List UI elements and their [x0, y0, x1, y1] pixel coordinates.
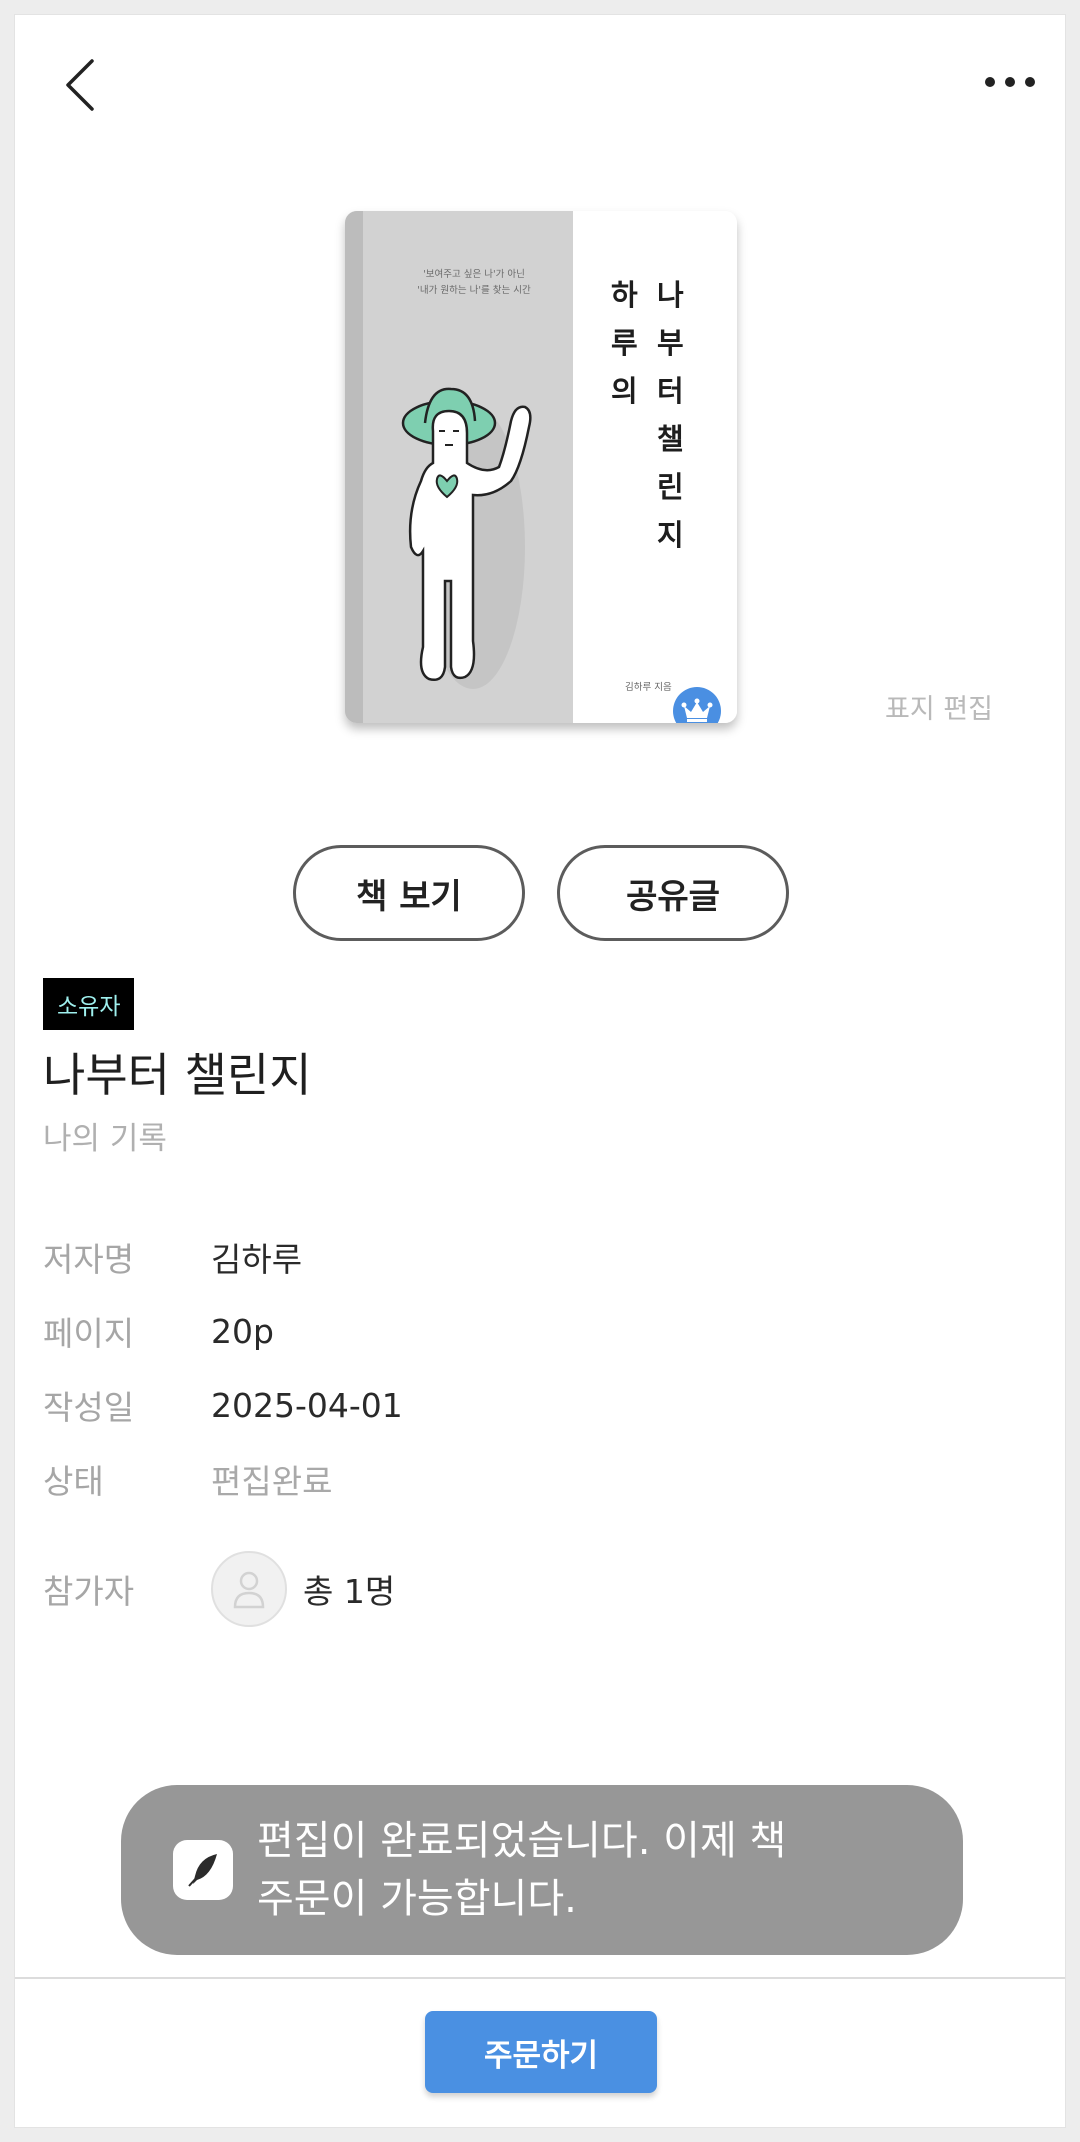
book-title: 나부터 챌린지	[43, 1048, 312, 1102]
date-label: 작성일	[43, 1388, 135, 1427]
cover-title-char: 하	[611, 278, 638, 312]
info-row-status: 상태 편집완료	[43, 1449, 943, 1509]
cover-title-column-right: 하 루 의	[611, 271, 638, 415]
crown-icon	[681, 698, 713, 722]
cover-title-column-left: 나 부 터 챌 린 지	[657, 271, 684, 559]
cover-title-char: 부	[657, 326, 684, 360]
participants-label: 참가자	[43, 1572, 135, 1611]
cover-title-char: 지	[657, 518, 684, 552]
cover-title-char: 루	[611, 326, 638, 360]
share-post-button[interactable]: 공유글	[557, 845, 789, 941]
author-value: 김하루	[211, 1240, 303, 1279]
info-row-participants: 참가자 총 1명	[43, 1549, 943, 1629]
cover-illustration-panel: '보여주고 싶은 나'가 아닌 '내가 원하는 나'를 찾는 시간	[345, 211, 573, 723]
cover-author: 김하루 지음	[625, 682, 672, 693]
date-value: 2025-04-01	[211, 1385, 403, 1425]
author-label: 저자명	[43, 1240, 135, 1279]
waving-character-illustration	[401, 387, 532, 689]
status-label: 상태	[43, 1462, 104, 1501]
app-logo	[173, 1840, 233, 1900]
cover-title-panel: 하 루 의 나 부 터 챌 린 지 김하루 지음	[573, 211, 737, 723]
toast-message: 편집이 완료되었습니다. 이제 책 주문이 가능합니다.	[257, 1812, 817, 1928]
back-button[interactable]	[45, 45, 115, 125]
user-icon	[233, 1571, 265, 1609]
owner-badge: 소유자	[43, 978, 135, 1030]
quill-icon	[188, 1854, 217, 1887]
cover-title-char: 나	[657, 278, 684, 312]
cover-tagline-line2: '내가 원하는 나'를 찾는 시간	[417, 285, 531, 296]
more-options-button[interactable]	[975, 57, 1045, 107]
cover-title-char: 챌	[657, 422, 684, 456]
bottom-divider	[15, 1977, 1065, 1979]
info-row-date: 작성일 2025-04-01	[43, 1375, 943, 1435]
premium-badge	[673, 687, 721, 723]
pages-value: 20p	[211, 1311, 274, 1351]
status-value: 편집완료	[211, 1462, 333, 1501]
edit-cover-link[interactable]: 표지 편집	[885, 687, 993, 726]
participants-count[interactable]: 총 1명	[303, 1565, 395, 1613]
cover-title-char: 의	[611, 374, 638, 408]
book-category: 나의 기록	[43, 1121, 167, 1157]
cover-title-char: 터	[657, 374, 684, 408]
toast-line2: 주문이 가능합니다.	[257, 1876, 577, 1922]
chevron-left-icon	[66, 59, 94, 111]
cover-spine	[345, 211, 363, 723]
cover-title-char: 린	[657, 470, 684, 504]
more-horizontal-icon	[985, 77, 1035, 87]
edit-complete-toast: 편집이 완료되었습니다. 이제 책 주문이 가능합니다.	[121, 1785, 963, 1955]
book-detail-screen: '보여주고 싶은 나'가 아닌 '내가 원하는 나'를 찾는 시간 하 루 의 …	[14, 14, 1066, 2128]
toast-line1: 편집이 완료되었습니다. 이제 책	[257, 1818, 787, 1864]
avatar[interactable]	[211, 1551, 287, 1627]
view-book-button[interactable]: 책 보기	[293, 845, 525, 941]
info-row-pages: 페이지 20p	[43, 1301, 943, 1361]
book-cover[interactable]: '보여주고 싶은 나'가 아닌 '내가 원하는 나'를 찾는 시간 하 루 의 …	[345, 211, 737, 723]
cover-tagline-line1: '보여주고 싶은 나'가 아닌	[423, 269, 525, 280]
pages-label: 페이지	[43, 1314, 135, 1353]
info-row-author: 저자명 김하루	[43, 1227, 943, 1287]
order-button[interactable]: 주문하기	[425, 2011, 657, 2093]
cover-tagline: '보여주고 싶은 나'가 아닌 '내가 원하는 나'를 찾는 시간	[389, 267, 559, 299]
